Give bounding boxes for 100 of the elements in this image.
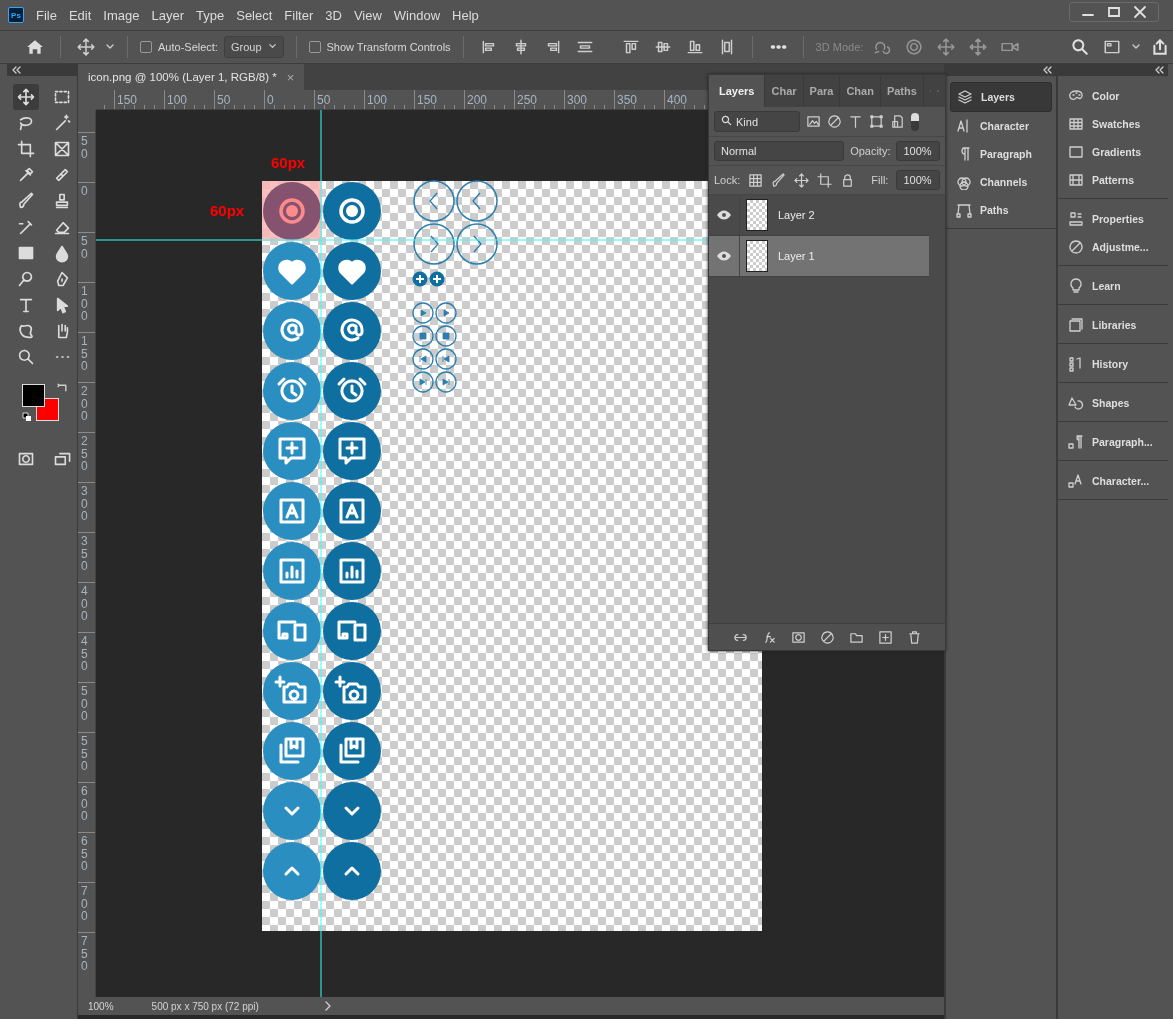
- eye-icon[interactable]: [716, 251, 732, 261]
- at-sign-icon: [323, 302, 381, 360]
- document-tab[interactable]: icon.png @ 100% (Layer 1, RGB/8) * ×: [78, 64, 305, 90]
- dock-panel-button[interactable]: Learn: [1062, 272, 1164, 300]
- collapse-icon[interactable]: [1042, 66, 1052, 74]
- share-icon[interactable]: [1151, 38, 1169, 56]
- home-icon[interactable]: [26, 38, 44, 56]
- auto-select-label: Auto-Select:: [158, 41, 218, 53]
- lock-icon[interactable]: [771, 172, 787, 188]
- ruler-label: 100: [164, 90, 214, 109]
- layer-action-icon[interactable]: [877, 629, 893, 645]
- search-icon[interactable]: [1071, 38, 1089, 56]
- dock-panel-button[interactable]: Adjustme...: [1062, 233, 1164, 261]
- lock-label: Lock:: [714, 174, 741, 186]
- close-icon[interactable]: [1132, 4, 1148, 20]
- panel-tab[interactable]: Layers: [709, 75, 766, 107]
- dock-panel-button[interactable]: Channels: [950, 168, 1052, 196]
- panel-tab[interactable]: Para: [803, 75, 841, 107]
- guide-line[interactable]: [320, 110, 322, 997]
- menu-item[interactable]: Layer: [151, 7, 185, 23]
- lock-icon[interactable]: [748, 172, 764, 188]
- search-icon: [721, 115, 732, 126]
- bookmark-icon: [323, 722, 381, 780]
- layer-row[interactable]: Layer 1: [709, 236, 929, 277]
- menu-item[interactable]: View: [353, 7, 382, 23]
- panel-tab[interactable]: Char: [765, 75, 804, 107]
- dock-panel-button[interactable]: Shapes: [1062, 389, 1164, 417]
- ruler-label: 600: [81, 785, 88, 823]
- collapse-icon[interactable]: [11, 66, 21, 74]
- fill-field[interactable]: 100%: [896, 170, 940, 190]
- layer-row[interactable]: Layer 2: [709, 195, 929, 236]
- dock-panel-button[interactable]: Paragraph...: [1062, 428, 1164, 456]
- ruler-label: 50: [314, 90, 364, 109]
- filter-icon[interactable]: [890, 114, 905, 129]
- grid-icon: [1068, 116, 1084, 132]
- collapse-icon[interactable]: [1154, 66, 1164, 74]
- camera-plus-icon: [323, 662, 381, 720]
- align-icon[interactable]: [685, 38, 704, 56]
- libraries-icon: [1068, 317, 1084, 333]
- lock-icon[interactable]: [817, 172, 833, 188]
- app-logo[interactable]: Ps: [8, 7, 24, 23]
- dock-panel-button[interactable]: Layers: [950, 82, 1052, 112]
- layer-action-icon[interactable]: [819, 629, 835, 645]
- default-colors-icon[interactable]: [22, 412, 32, 422]
- filter-icon[interactable]: [827, 114, 842, 129]
- dock-panel-button[interactable]: Swatches: [1062, 110, 1164, 138]
- move-tool-icon[interactable]: [13, 84, 39, 110]
- opacity-field[interactable]: 100%: [896, 141, 940, 161]
- 3d-tool-icon[interactable]: [905, 38, 924, 56]
- menu-item[interactable]: Select: [236, 7, 273, 23]
- color-swatches[interactable]: [22, 384, 60, 422]
- transform-controls-checkbox[interactable]: [308, 41, 321, 53]
- menu-item[interactable]: Image: [103, 7, 140, 23]
- dock-panel-button[interactable]: Gradients: [1062, 138, 1164, 166]
- move-icon[interactable]: [77, 38, 95, 56]
- layer-action-icon[interactable]: [906, 629, 922, 645]
- dock-panel-button[interactable]: Properties: [1062, 205, 1164, 233]
- menu-item[interactable]: File: [36, 7, 57, 23]
- dock-panel-button[interactable]: Patterns: [1062, 166, 1164, 194]
- workspace-icon[interactable]: [1103, 38, 1121, 56]
- text-frame-icon: [323, 482, 381, 540]
- gradient-icon: [1068, 144, 1084, 160]
- swap-icon[interactable]: [57, 382, 68, 393]
- blend-mode-dropdown[interactable]: Normal: [714, 141, 845, 161]
- dock-panel-button[interactable]: Character...: [1062, 467, 1164, 495]
- dock-panel-button[interactable]: Paths: [950, 196, 1052, 224]
- menu-item[interactable]: Filter: [284, 7, 314, 23]
- filter-icon[interactable]: [806, 114, 821, 129]
- dock-panel-button[interactable]: Paragraph: [950, 140, 1052, 168]
- 3d-tool-icon[interactable]: [937, 38, 956, 56]
- filter-toggle[interactable]: [911, 112, 919, 131]
- menu-item[interactable]: Help: [452, 7, 479, 23]
- menu-item[interactable]: Type: [196, 7, 225, 23]
- menu-item[interactable]: Window: [393, 7, 441, 23]
- panel-tab[interactable]: Chan: [840, 75, 881, 107]
- menu-item[interactable]: Edit: [68, 7, 92, 23]
- dock-panel-button[interactable]: Character: [950, 112, 1052, 140]
- lightbulb-icon: [1068, 278, 1084, 294]
- media-button-icon: [435, 371, 457, 393]
- dock-panel-button[interactable]: Color: [1062, 82, 1164, 110]
- ruler-label: 100: [81, 285, 88, 323]
- zoom-level[interactable]: 100%: [88, 1000, 114, 1012]
- auto-select-checkbox[interactable]: [140, 41, 152, 53]
- ruler-label: 500: [81, 685, 88, 723]
- layer-action-icon[interactable]: [790, 629, 806, 645]
- filter-icon[interactable]: [869, 114, 884, 129]
- auto-select-dropdown[interactable]: Group: [223, 36, 284, 58]
- menu-item[interactable]: 3D: [325, 7, 342, 23]
- plus-icon: [429, 271, 445, 287]
- 3d-tool-icon[interactable]: [969, 38, 988, 56]
- align-icon[interactable]: [621, 38, 640, 56]
- dock-panel-button[interactable]: History: [1062, 350, 1164, 378]
- eye-icon[interactable]: [716, 210, 732, 220]
- maximize-icon[interactable]: [1106, 4, 1122, 20]
- filter-dropdown[interactable]: Kind: [714, 111, 800, 132]
- lock-icon[interactable]: [794, 172, 810, 188]
- filter-icon[interactable]: [848, 114, 863, 129]
- panel-tab[interactable]: Paths: [880, 75, 924, 107]
- media-button-icon: [412, 371, 434, 393]
- dock-panel-button[interactable]: Libraries: [1062, 311, 1164, 339]
